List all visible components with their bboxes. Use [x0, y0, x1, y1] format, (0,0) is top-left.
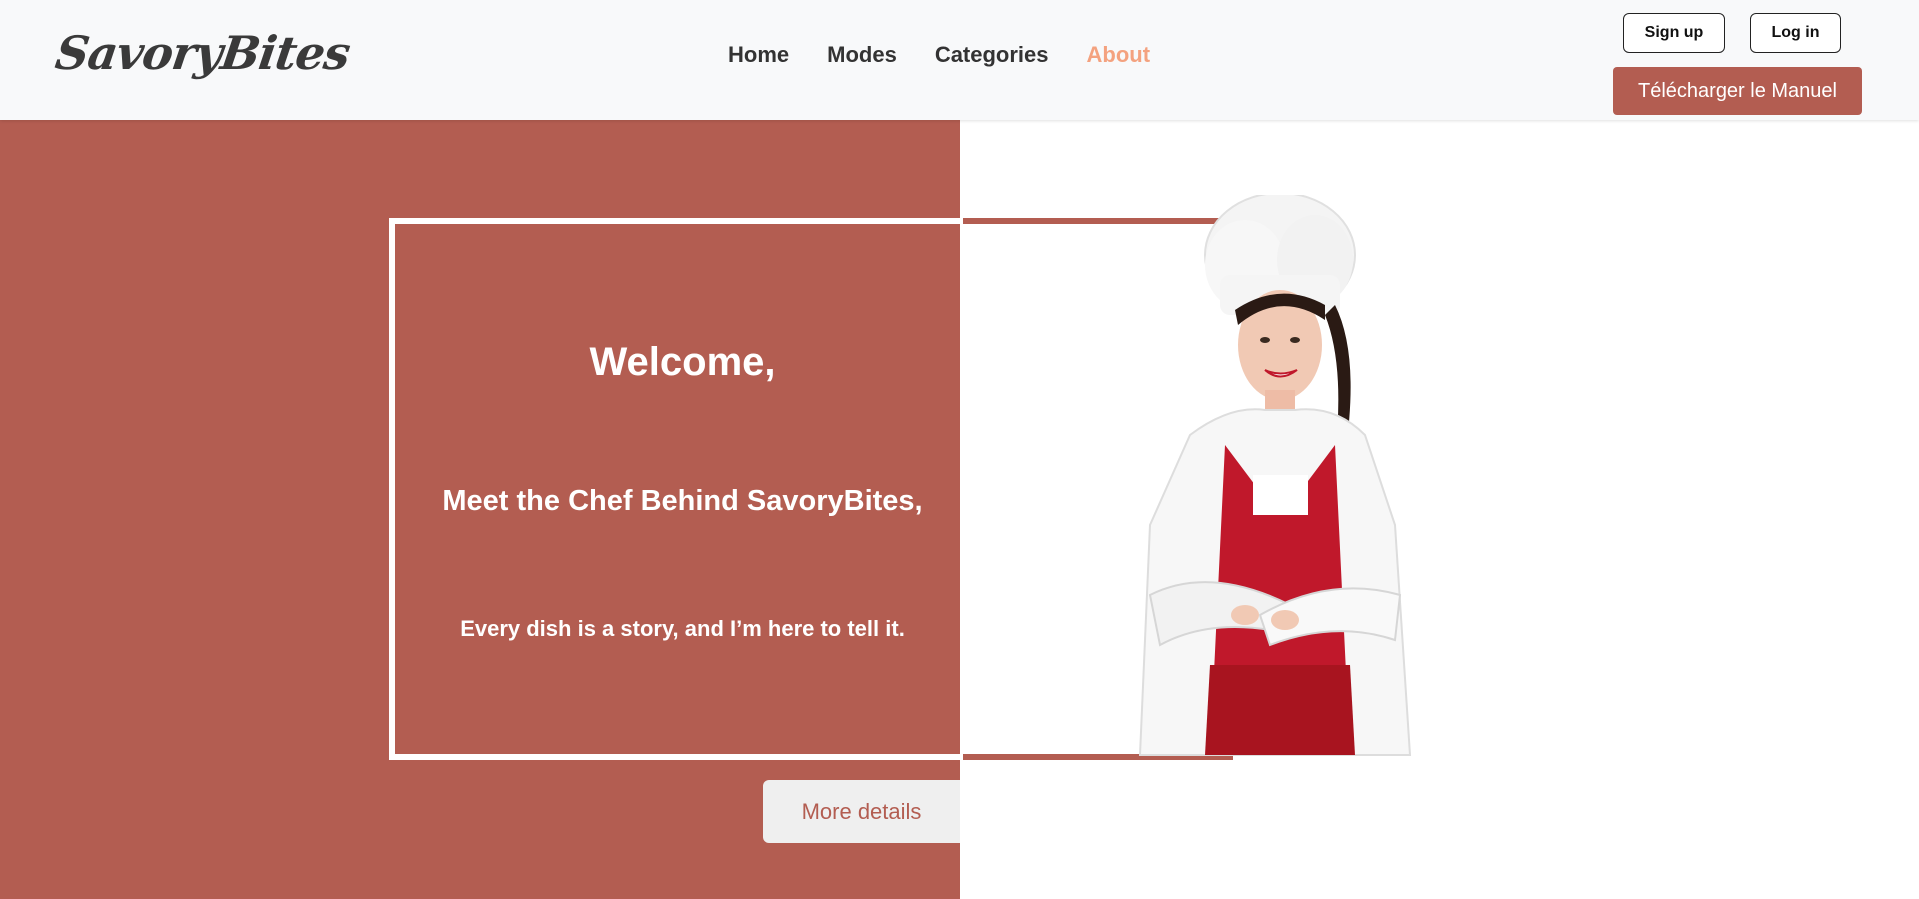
chef-portrait-image: [1138, 195, 1412, 756]
more-details-button[interactable]: More details: [763, 780, 960, 843]
nav-home[interactable]: Home: [728, 42, 789, 68]
hero-welcome: Welcome,: [589, 340, 776, 384]
signup-button[interactable]: Sign up: [1623, 13, 1725, 53]
site-header: SavoryBites Home Modes Categories About …: [0, 0, 1919, 120]
nav-modes[interactable]: Modes: [827, 42, 897, 68]
nav-categories[interactable]: Categories: [935, 42, 1049, 68]
nav-about[interactable]: About: [1087, 42, 1151, 68]
brand-logo[interactable]: SavoryBites: [52, 26, 353, 80]
hero-tagline: Every dish is a story, and I’m here to t…: [460, 616, 905, 641]
login-button[interactable]: Log in: [1750, 13, 1841, 53]
hero-headline: Meet the Chef Behind SavoryBites,: [442, 485, 923, 517]
main-nav: Home Modes Categories About: [728, 42, 1150, 68]
download-manual-button[interactable]: Télécharger le Manuel: [1613, 67, 1862, 115]
